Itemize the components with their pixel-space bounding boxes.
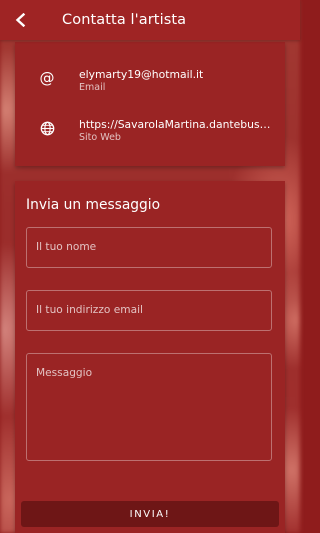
website-text: https://SavarolaMartina.dantebus.com Sit… — [79, 118, 273, 143]
page-title: Contatta l'artista — [62, 12, 187, 28]
send-button[interactable]: INVIA! — [21, 501, 279, 527]
name-placeholder: Il tuo nome — [36, 241, 97, 253]
form-title: Invia un messaggio — [26, 197, 161, 213]
arrow-back-icon — [15, 13, 26, 27]
back-button[interactable] — [1, 0, 41, 40]
website-label: Sito Web — [79, 132, 121, 143]
message-placeholder: Messaggio — [36, 367, 93, 379]
message-textarea[interactable]: Messaggio — [26, 353, 272, 461]
name-input[interactable]: Il tuo nome — [26, 227, 272, 268]
message-form-card: Invia un messaggio Il tuo nome Il tuo in… — [15, 181, 285, 533]
website-row[interactable]: https://SavarolaMartina.dantebus.com Sit… — [15, 114, 285, 154]
at-sign-icon: @ — [39, 69, 55, 87]
contact-info-card: @ elymarty19@hotmail.it Email https://Sa… — [15, 42, 285, 166]
email-row[interactable]: @ elymarty19@hotmail.it Email — [15, 64, 285, 104]
email-placeholder: Il tuo indirizzo email — [36, 304, 143, 316]
email-value: elymarty19@hotmail.it — [79, 68, 204, 81]
app-bar: Contatta l'artista — [0, 0, 300, 40]
globe-icon — [39, 120, 55, 136]
email-input[interactable]: Il tuo indirizzo email — [26, 290, 272, 331]
email-label: Email — [79, 82, 106, 93]
email-text: elymarty19@hotmail.it Email — [79, 68, 273, 93]
website-value: https://SavarolaMartina.dantebus.com — [79, 118, 273, 131]
